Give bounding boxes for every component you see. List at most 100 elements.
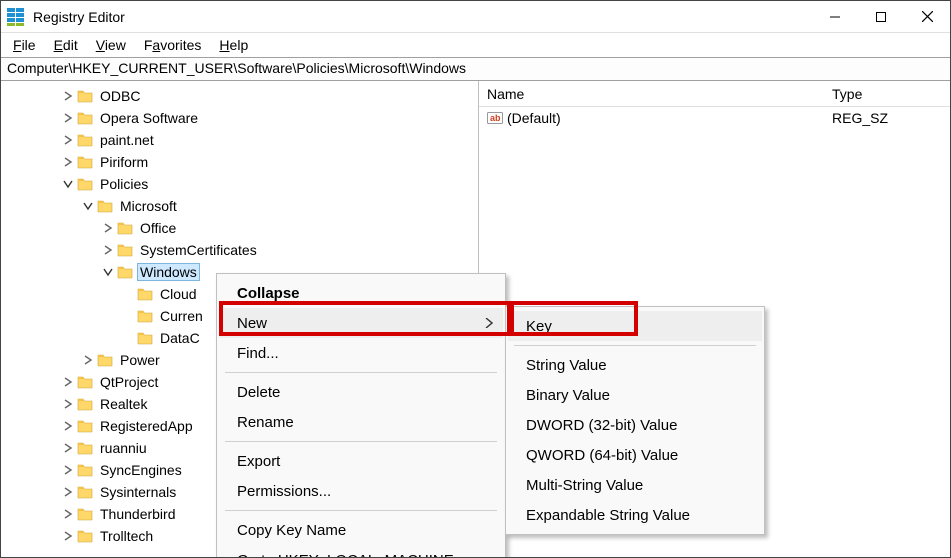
menu-edit[interactable]: Edit bbox=[46, 35, 86, 55]
tree-label: Trolltech bbox=[97, 527, 156, 545]
tree-item[interactable]: Policies bbox=[1, 173, 478, 195]
tree-item[interactable]: Office bbox=[1, 217, 478, 239]
tree-label: Realtek bbox=[97, 395, 150, 413]
chevron-right-icon[interactable] bbox=[61, 529, 75, 543]
tree-label: Office bbox=[137, 219, 179, 237]
context-export[interactable]: Export bbox=[219, 446, 503, 476]
submenu-string[interactable]: String Value bbox=[508, 350, 762, 380]
title-bar: Registry Editor bbox=[1, 1, 950, 33]
folder-icon bbox=[137, 308, 153, 324]
context-rename[interactable]: Rename bbox=[219, 407, 503, 437]
chevron-right-icon[interactable] bbox=[61, 397, 75, 411]
submenu-qword[interactable]: QWORD (64-bit) Value bbox=[508, 440, 762, 470]
folder-icon bbox=[97, 198, 113, 214]
tree-label: Piriform bbox=[97, 153, 151, 171]
chevron-right-icon bbox=[485, 315, 493, 332]
chevron-right-icon[interactable] bbox=[81, 353, 95, 367]
chevron-right-icon[interactable] bbox=[61, 155, 75, 169]
chevron-right-icon[interactable] bbox=[61, 507, 75, 521]
folder-icon bbox=[137, 286, 153, 302]
menu-favorites[interactable]: Favorites bbox=[136, 35, 210, 55]
chevron-right-icon[interactable] bbox=[61, 89, 75, 103]
submenu-key[interactable]: Key bbox=[508, 311, 762, 341]
tree-label: ruanniu bbox=[97, 439, 150, 457]
folder-icon bbox=[97, 352, 113, 368]
window: Registry Editor File Edit View Favorites… bbox=[0, 0, 951, 558]
folder-icon bbox=[77, 506, 93, 522]
menu-help[interactable]: Help bbox=[211, 35, 256, 55]
folder-icon bbox=[117, 242, 133, 258]
chevron-down-icon[interactable] bbox=[61, 177, 75, 191]
chevron-down-icon[interactable] bbox=[81, 199, 95, 213]
chevron-right-icon[interactable] bbox=[61, 441, 75, 455]
submenu-dword[interactable]: DWORD (32-bit) Value bbox=[508, 410, 762, 440]
chevron-right-icon[interactable] bbox=[61, 463, 75, 477]
context-copy-key-name[interactable]: Copy Key Name bbox=[219, 515, 503, 545]
submenu-multi-string[interactable]: Multi-String Value bbox=[508, 470, 762, 500]
submenu-binary[interactable]: Binary Value bbox=[508, 380, 762, 410]
string-value-icon: ab bbox=[487, 110, 503, 126]
value-name: (Default) bbox=[507, 110, 561, 126]
tree-label: Policies bbox=[97, 175, 151, 193]
context-find[interactable]: Find... bbox=[219, 338, 503, 368]
tree-label: paint.net bbox=[97, 131, 157, 149]
context-separator bbox=[225, 441, 497, 442]
tree-label: RegisteredApp bbox=[97, 417, 196, 435]
folder-icon bbox=[77, 440, 93, 456]
folder-icon bbox=[117, 220, 133, 236]
folder-icon bbox=[77, 374, 93, 390]
close-button[interactable] bbox=[904, 1, 950, 33]
context-new[interactable]: New bbox=[219, 308, 503, 338]
chevron-right-icon[interactable] bbox=[61, 375, 75, 389]
chevron-right-icon[interactable] bbox=[61, 419, 75, 433]
submenu-separator bbox=[514, 345, 756, 346]
tree-item[interactable]: SystemCertificates bbox=[1, 239, 478, 261]
tree-item[interactable]: Piriform bbox=[1, 151, 478, 173]
address-bar[interactable]: Computer\HKEY_CURRENT_USER\Software\Poli… bbox=[1, 57, 950, 81]
tree-label: Curren bbox=[157, 307, 206, 325]
tree-item[interactable]: Opera Software bbox=[1, 107, 478, 129]
context-collapse[interactable]: Collapse bbox=[219, 278, 503, 308]
folder-icon bbox=[77, 418, 93, 434]
tree-item[interactable]: Microsoft bbox=[1, 195, 478, 217]
tree-label: ODBC bbox=[97, 87, 143, 105]
tree-label: Thunderbird bbox=[97, 505, 179, 523]
chevron-right-icon[interactable] bbox=[61, 111, 75, 125]
chevron-down-icon[interactable] bbox=[101, 265, 115, 279]
tree-label: Cloud bbox=[157, 285, 200, 303]
menu-view[interactable]: View bbox=[88, 35, 134, 55]
folder-icon bbox=[117, 264, 133, 280]
folder-icon bbox=[77, 110, 93, 126]
context-separator bbox=[225, 372, 497, 373]
chevron-right-icon[interactable] bbox=[61, 133, 75, 147]
twisty-none bbox=[121, 287, 135, 301]
column-type-header[interactable]: Type bbox=[832, 86, 942, 102]
tree-label: DataC bbox=[157, 329, 203, 347]
context-goto-hklm[interactable]: Go to HKEY_LOCAL_MACHINE bbox=[219, 545, 503, 558]
window-title: Registry Editor bbox=[33, 9, 812, 25]
chevron-right-icon[interactable] bbox=[101, 221, 115, 235]
submenu-expandable-string[interactable]: Expandable String Value bbox=[508, 500, 762, 530]
tree-label: Windows bbox=[137, 263, 200, 281]
maximize-button[interactable] bbox=[858, 1, 904, 33]
tree-label: SystemCertificates bbox=[137, 241, 260, 259]
maximize-icon bbox=[876, 12, 886, 22]
twisty-none bbox=[121, 309, 135, 323]
column-name-header[interactable]: Name bbox=[487, 86, 832, 102]
folder-icon bbox=[77, 484, 93, 500]
context-permissions[interactable]: Permissions... bbox=[219, 476, 503, 506]
chevron-right-icon[interactable] bbox=[101, 243, 115, 257]
folder-icon bbox=[77, 528, 93, 544]
context-delete[interactable]: Delete bbox=[219, 377, 503, 407]
details-header: Name Type bbox=[479, 81, 950, 107]
tree-item[interactable]: ODBC bbox=[1, 85, 478, 107]
folder-icon bbox=[77, 396, 93, 412]
menu-bar: File Edit View Favorites Help bbox=[1, 33, 950, 57]
tree-item[interactable]: paint.net bbox=[1, 129, 478, 151]
minimize-button[interactable] bbox=[812, 1, 858, 33]
details-row-default[interactable]: ab (Default) REG_SZ bbox=[479, 107, 950, 129]
folder-icon bbox=[137, 330, 153, 346]
folder-icon bbox=[77, 88, 93, 104]
menu-file[interactable]: File bbox=[5, 35, 44, 55]
chevron-right-icon[interactable] bbox=[61, 485, 75, 499]
